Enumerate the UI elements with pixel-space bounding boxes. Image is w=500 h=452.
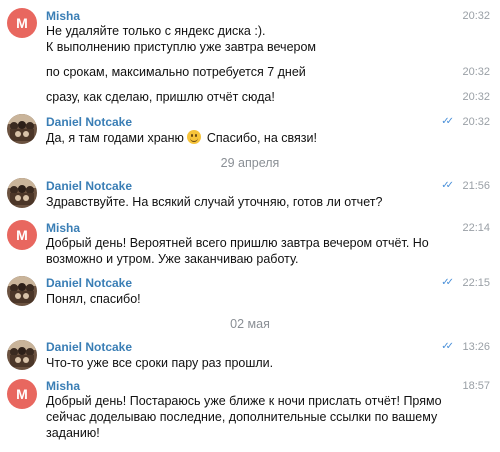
user-photo-icon — [7, 340, 37, 370]
message-text: сейчас доделываю последние, дополнительн… — [46, 410, 438, 424]
message-text-part: Да, я там годами храню — [46, 131, 184, 145]
message-text: Не удаляйте только с яндекс диска :). — [46, 24, 266, 38]
avatar[interactable]: M — [7, 379, 37, 409]
read-checks-icon: ✓✓ — [441, 116, 454, 127]
sender-name[interactable]: Daniel Notcake — [46, 340, 132, 354]
message-text-part: Спасибо, на связи! — [206, 131, 317, 145]
message-time: 22:14 — [462, 222, 490, 234]
message-text: сразу, как сделаю, пришлю отчёт сюда! — [46, 90, 275, 104]
message-time: 21:56 — [462, 180, 490, 192]
avatar[interactable]: M — [7, 8, 37, 38]
avatar[interactable]: M — [7, 220, 37, 250]
avatar[interactable] — [7, 114, 37, 144]
sender-name[interactable]: Daniel Notcake — [46, 276, 132, 290]
message-text: Добрый день! Вероятней всего пришлю завт… — [46, 236, 429, 250]
message-time: 18:57 — [462, 380, 490, 392]
sender-name[interactable]: Misha — [46, 221, 80, 235]
read-checks-icon: ✓✓ — [441, 277, 454, 288]
user-photo-icon — [7, 114, 37, 144]
message-time: 20:32 — [462, 116, 490, 128]
read-checks-icon: ✓✓ — [441, 341, 454, 352]
message-time: 13:26 — [462, 341, 490, 353]
avatar[interactable] — [7, 340, 37, 370]
date-separator: 29 апреля — [220, 156, 280, 170]
message-text: К выполнению приступлю уже завтра вечеро… — [46, 40, 317, 54]
read-checks-icon: ✓✓ — [441, 180, 454, 191]
message-text: Да, я там годами храню Спасибо, на связи… — [46, 130, 317, 146]
avatar[interactable] — [7, 178, 37, 208]
message-text: заданию! — [46, 426, 100, 440]
user-photo-icon — [7, 178, 37, 208]
message-time: 20:32 — [462, 66, 490, 78]
sender-name[interactable]: Daniel Notcake — [46, 115, 132, 129]
sender-name[interactable]: Misha — [46, 379, 80, 393]
message-text: Здравствуйте. На всякий случай уточняю, … — [46, 195, 383, 209]
message-text: возможно и утром. Уже заканчиваю работу. — [46, 252, 299, 266]
message-time: 20:32 — [462, 10, 490, 22]
sender-name[interactable]: Misha — [46, 9, 80, 23]
user-photo-icon — [7, 276, 37, 306]
sender-name[interactable]: Daniel Notcake — [46, 179, 132, 193]
avatar[interactable] — [7, 276, 37, 306]
date-separator: 02 мая — [230, 317, 270, 331]
message-time: 22:15 — [462, 277, 490, 289]
message-text: Понял, спасибо! — [46, 292, 141, 306]
message-time: 20:32 — [462, 91, 490, 103]
message-text: Что-то уже все сроки пару раз прошли. — [46, 356, 274, 370]
message-text: Добрый день! Постараюсь уже ближе к ночи… — [46, 394, 442, 408]
message-text: по срокам, максимально потребуется 7 дне… — [46, 65, 306, 79]
smiling-face-icon — [187, 130, 202, 144]
